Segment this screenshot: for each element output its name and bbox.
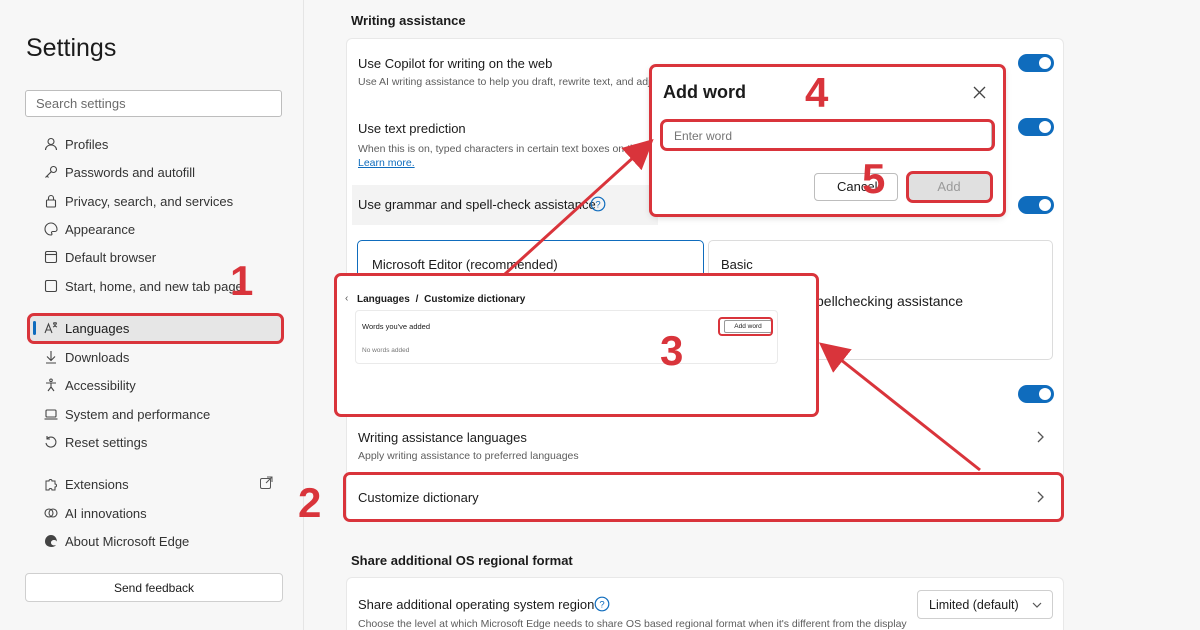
laptop-icon	[43, 406, 59, 422]
wa-languages-desc: Apply writing assistance to preferred la…	[358, 450, 579, 462]
home-icon	[43, 278, 59, 294]
highlight-enter-word-input	[660, 119, 995, 151]
editor-option-label: Microsoft Editor (recommended)	[372, 257, 558, 272]
option-toggle[interactable]	[1018, 385, 1054, 403]
sidebar-item-label: Profiles	[65, 136, 109, 152]
share-desc: Choose the level at which Microsoft Edge…	[358, 618, 907, 630]
basic-option-label: Basic	[721, 257, 753, 272]
text-prediction-desc: When this is on, typed characters in cer…	[358, 143, 636, 155]
puzzle-icon	[43, 476, 59, 492]
wa-languages-title: Writing assistance languages	[358, 430, 527, 445]
sidebar-item-label: AI innovations	[65, 505, 147, 521]
step-number-2: 2	[298, 479, 322, 526]
key-icon	[43, 164, 59, 180]
search-input[interactable]	[25, 90, 282, 117]
external-link-icon	[259, 476, 273, 493]
sidebar-item-profiles[interactable]: Profiles	[27, 131, 283, 157]
highlight-dictionary-preview	[334, 273, 819, 417]
step-number-1: 1	[230, 257, 254, 304]
sidebar-item-about[interactable]: About Microsoft Edge	[27, 528, 283, 554]
lock-icon	[43, 193, 59, 209]
sidebar-item-label: Default browser	[65, 249, 157, 265]
sidebar-item-system[interactable]: System and performance	[27, 401, 283, 427]
sidebar-item-ai-innovations[interactable]: AI innovations	[27, 500, 283, 526]
chevron-down-icon	[1032, 602, 1042, 608]
step-number-4: 4	[805, 69, 829, 116]
chevron-right-icon[interactable]	[1035, 430, 1045, 444]
sidebar-item-label: Appearance	[65, 221, 136, 237]
section-heading-share: Share additional OS regional format	[351, 553, 573, 568]
sidebar-item-label: System and performance	[65, 406, 211, 422]
grammar-title: Use grammar and spell-check assistance	[358, 197, 596, 212]
sidebar-item-label: Extensions	[65, 476, 129, 492]
sidebar-item-label: Reset settings	[65, 434, 148, 450]
palette-icon	[43, 221, 59, 237]
svg-text:?: ?	[595, 200, 600, 211]
sidebar-item-extensions[interactable]: Extensions	[27, 471, 283, 497]
help-icon[interactable]: ?	[590, 196, 606, 217]
help-icon[interactable]: ?	[594, 596, 610, 617]
svg-text:?: ?	[599, 600, 604, 611]
sidebar-item-accessibility[interactable]: Accessibility	[27, 372, 283, 398]
share-level-select[interactable]: Limited (default)	[917, 590, 1053, 619]
highlight-add-button	[906, 171, 993, 203]
sidebar-item-label: Passwords and autofill	[65, 164, 196, 180]
step-number-3: 3	[660, 327, 684, 374]
sidebar-item-reset[interactable]: Reset settings	[27, 429, 283, 455]
sidebar-item-label: Downloads	[65, 349, 130, 365]
copilot-toggle[interactable]	[1018, 54, 1054, 72]
highlight-add-word-button	[718, 317, 773, 336]
grammar-toggle[interactable]	[1018, 196, 1054, 214]
share-title: Share additional operating system region	[358, 597, 595, 612]
sidebar-item-label: Accessibility	[65, 377, 136, 393]
reset-icon	[43, 434, 59, 450]
sidebar-item-label: About Microsoft Edge	[65, 533, 190, 549]
sidebar-item-appearance[interactable]: Appearance	[27, 216, 283, 242]
basic-option-desc: pellchecking assistance	[816, 293, 964, 309]
text-prediction-title: Use text prediction	[358, 121, 466, 136]
copilot-desc: Use AI writing assistance to help you dr…	[358, 76, 651, 88]
sparkle-icon	[43, 505, 59, 521]
learn-more-link[interactable]: Learn more.	[358, 157, 415, 169]
page-title: Settings	[26, 34, 117, 62]
section-heading-writing: Writing assistance	[351, 13, 466, 28]
download-icon	[43, 349, 59, 365]
copilot-title: Use Copilot for writing on the web	[358, 56, 553, 71]
sidebar-item-passwords[interactable]: Passwords and autofill	[27, 159, 283, 185]
send-feedback-button[interactable]: Send feedback	[25, 573, 283, 602]
share-level-value: Limited (default)	[929, 597, 1019, 612]
text-prediction-toggle[interactable]	[1018, 118, 1054, 136]
sidebar-item-label: Privacy, search, and services	[65, 193, 234, 209]
highlight-languages	[27, 313, 284, 344]
step-number-5: 5	[862, 155, 886, 202]
sidebar-item-label: Start, home, and new tab page	[65, 278, 243, 294]
person-icon	[43, 136, 59, 152]
browser-icon	[43, 249, 59, 265]
edge-icon	[43, 533, 59, 549]
accessibility-icon	[43, 377, 59, 393]
sidebar-item-downloads[interactable]: Downloads	[27, 344, 283, 370]
highlight-customize-dictionary	[343, 472, 1064, 522]
sidebar-item-privacy[interactable]: Privacy, search, and services	[27, 188, 283, 214]
